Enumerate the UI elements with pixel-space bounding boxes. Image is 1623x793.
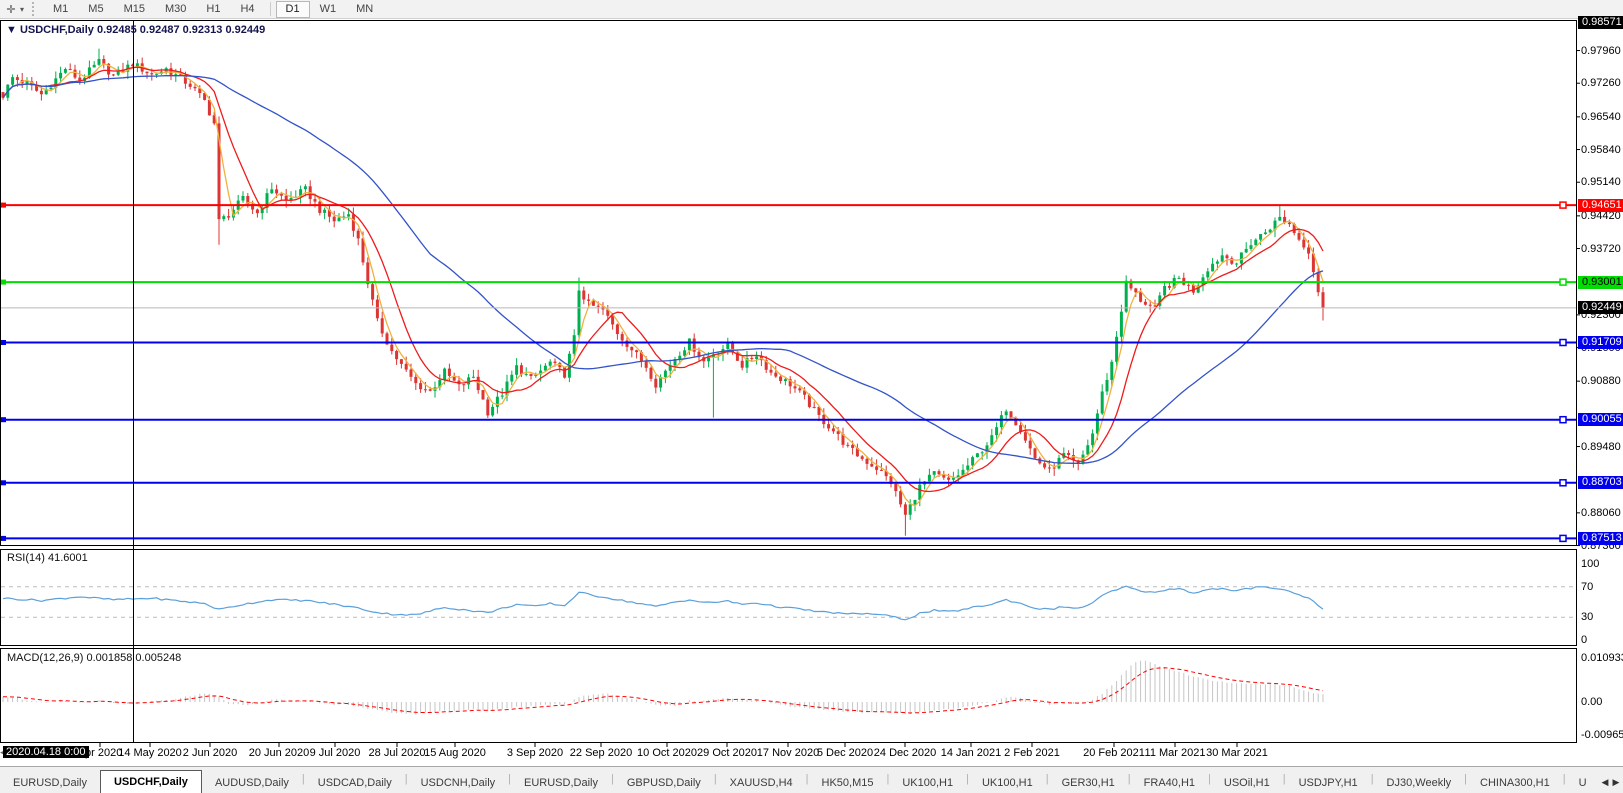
tab-u[interactable]: U [1566, 773, 1600, 793]
price-tick-label: 0.93720 [1581, 243, 1623, 255]
date-label: 14 Jan 2021 [941, 747, 1002, 759]
tab-ger30-h1[interactable]: GER30,H1 [1049, 773, 1128, 793]
macd-tick-label: -0.009653 [1581, 729, 1623, 741]
price-chart-plot[interactable] [0, 0, 1623, 766]
tab-usdjpy-h1[interactable]: USDJPY,H1 [1286, 773, 1371, 793]
price-tick-label: 0.89480 [1581, 441, 1623, 453]
rsi-tick-label: 0 [1581, 634, 1623, 646]
date-label: 11 Mar 2021 [1145, 747, 1206, 759]
tab-usdcad-daily[interactable]: USDCAD,Daily [305, 773, 405, 793]
date-label: 3 Sep 2020 [507, 747, 563, 759]
tab-usdcnh-daily[interactable]: USDCNH,Daily [408, 773, 509, 793]
price-tick-label: 0.88060 [1581, 507, 1623, 519]
date-label: 5 Dec 2020 [817, 747, 873, 759]
tab-scroll-left-icon[interactable]: ◀ [1602, 777, 1609, 788]
date-label: 29 Oct 2020 [697, 747, 757, 759]
tab-uk100-h1[interactable]: UK100,H1 [889, 773, 966, 793]
tab-hk50-m15[interactable]: HK50,M15 [809, 773, 887, 793]
current-price-label: 0.92449 [1578, 301, 1623, 314]
date-label: 20 Jun 2020 [249, 747, 310, 759]
price-tick-label: 0.96540 [1581, 111, 1623, 123]
price-line-label: 0.91709 [1578, 336, 1623, 349]
price-tick-label: 0.94420 [1581, 210, 1623, 222]
date-label: 15 Aug 2020 [424, 747, 486, 759]
tab-fra40-h1[interactable]: FRA40,H1 [1131, 773, 1208, 793]
price-tick-label: 0.97260 [1581, 77, 1623, 89]
tab-usdchf-daily[interactable]: USDCHF,Daily [100, 770, 202, 793]
tab-usoil-h1[interactable]: USOil,H1 [1211, 773, 1283, 793]
axis-max-label: 0.98571 [1578, 16, 1623, 29]
price-line-label: 0.87513 [1578, 532, 1623, 545]
macd-tick-label: 0.00 [1581, 696, 1623, 708]
price-line-label: 0.90055 [1578, 413, 1623, 426]
price-line-label: 0.93001 [1578, 276, 1623, 289]
date-label: 9 Jul 2020 [310, 747, 361, 759]
date-label: 10 Oct 2020 [637, 747, 697, 759]
tab-eurusd-daily[interactable]: EURUSD,Daily [0, 773, 100, 793]
tab-audusd-daily[interactable]: AUDUSD,Daily [202, 773, 302, 793]
tab-scroll-arrows: ◀▶ [1600, 777, 1623, 793]
tab-scroll-right-icon[interactable]: ▶ [1612, 777, 1619, 788]
rsi-tick-label: 70 [1581, 581, 1623, 593]
date-label: 20 Feb 2021 [1083, 747, 1145, 759]
date-label: 22 Sep 2020 [570, 747, 632, 759]
tab-uk100-h1[interactable]: UK100,H1 [969, 773, 1046, 793]
date-label: 2 Jun 2020 [183, 747, 237, 759]
date-label: 17 Nov 2020 [757, 747, 819, 759]
price-tick-label: 0.90880 [1581, 375, 1623, 387]
rsi-tick-label: 30 [1581, 611, 1623, 623]
price-tick-label: 0.95140 [1581, 176, 1623, 188]
tab-xauusd-h4[interactable]: XAUUSD,H4 [717, 773, 806, 793]
tab-eurusd-daily[interactable]: EURUSD,Daily [511, 773, 611, 793]
tab-china300-h1[interactable]: CHINA300,H1 [1467, 773, 1563, 793]
price-tick-label: 0.97960 [1581, 45, 1623, 57]
tab-gbpusd-daily[interactable]: GBPUSD,Daily [614, 773, 714, 793]
price-tick-label: 0.95840 [1581, 144, 1623, 156]
rsi-tick-label: 100 [1581, 558, 1623, 570]
date-label: 28 Jul 2020 [369, 747, 426, 759]
tab-dj30-weekly[interactable]: DJ30,Weekly [1374, 773, 1465, 793]
date-label: 24 Dec 2020 [874, 747, 936, 759]
date-label: 30 Mar 2021 [1206, 747, 1268, 759]
price-line-label: 0.94651 [1578, 199, 1623, 212]
price-line-label: 0.88703 [1578, 476, 1623, 489]
chart-tab-bar: EURUSD,DailyUSDCHF,DailyAUDUSD,Daily|USD… [0, 766, 1623, 793]
macd-tick-label: 0.010933 [1581, 652, 1623, 664]
date-label: 14 May 2020 [118, 747, 182, 759]
date-label: 2 Feb 2021 [1004, 747, 1060, 759]
trading-terminal-window: ✛ ▾ M1M5M15M30H1H4D1W1MN ▼ USDCHF,Daily … [0, 0, 1623, 793]
selected-date-label: 2020.04.18 0:00 [3, 746, 89, 758]
